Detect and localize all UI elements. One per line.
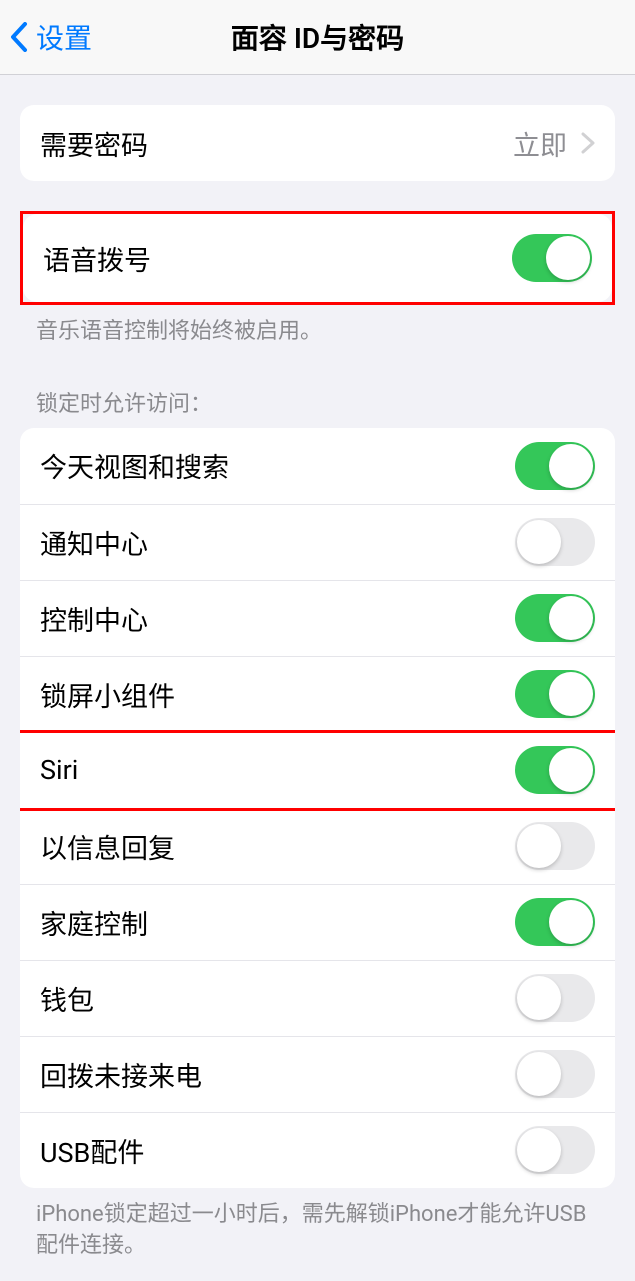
require-passcode-label: 需要密码: [40, 124, 148, 163]
access-label: Siri: [40, 754, 78, 786]
access-toggle-[interactable]: [515, 898, 595, 946]
access-label: 回拨未接来电: [40, 1055, 202, 1094]
access-row-: 钱包: [20, 960, 615, 1036]
require-passcode-row[interactable]: 需要密码 立即: [20, 105, 615, 181]
require-passcode-value: 立即: [513, 124, 595, 163]
access-toggle-[interactable]: [515, 518, 595, 566]
voice-dial-toggle[interactable]: [512, 234, 592, 282]
access-toggle-[interactable]: [515, 670, 595, 718]
access-label: 今天视图和搜索: [40, 446, 229, 485]
access-row-siri: Siri: [20, 732, 615, 808]
access-label: 家庭控制: [40, 903, 148, 942]
access-row-: 锁屏小组件: [20, 656, 615, 732]
access-row-: 控制中心: [20, 580, 615, 656]
voice-dial-label: 语音拨号: [43, 239, 151, 278]
access-label: 钱包: [40, 979, 94, 1018]
access-label: 锁屏小组件: [40, 675, 175, 714]
back-button[interactable]: 设置: [10, 17, 92, 57]
voice-dial-footer: 音乐语音控制将始终被启用。: [0, 305, 635, 348]
voice-dial-highlight: 语音拨号: [20, 211, 615, 305]
access-toggle-usb[interactable]: [515, 1126, 595, 1174]
access-row-usb: USB配件: [20, 1112, 615, 1188]
chevron-left-icon: [10, 22, 28, 52]
access-toggle-[interactable]: [515, 1050, 595, 1098]
access-row-: 以信息回复: [20, 808, 615, 884]
access-label: 以信息回复: [40, 827, 175, 866]
access-row-: 通知中心: [20, 504, 615, 580]
page-title: 面容 ID与密码: [231, 17, 404, 57]
back-label: 设置: [36, 17, 92, 57]
voice-dial-group: 语音拨号: [23, 214, 612, 302]
access-label: USB配件: [40, 1131, 144, 1170]
access-toggle-siri[interactable]: [515, 746, 595, 794]
usb-footer: iPhone锁定超过一小时后，需先解锁iPhone才能允许USB配件连接。: [0, 1188, 635, 1262]
access-toggle-[interactable]: [515, 974, 595, 1022]
voice-dial-row: 语音拨号: [23, 214, 612, 302]
navigation-bar: 设置 面容 ID与密码: [0, 0, 635, 75]
access-header: 锁定时允许访问：: [0, 348, 635, 428]
require-passcode-group: 需要密码 立即: [20, 105, 615, 181]
lock-access-group: 今天视图和搜索通知中心控制中心锁屏小组件 Siri 以信息回复家庭控制钱包回拨未接来…: [20, 428, 615, 1188]
chevron-right-icon: [581, 132, 595, 154]
access-label: 通知中心: [40, 523, 148, 562]
access-label: 控制中心: [40, 599, 148, 638]
access-toggle-[interactable]: [515, 822, 595, 870]
access-toggle-[interactable]: [515, 442, 595, 490]
access-toggle-[interactable]: [515, 594, 595, 642]
access-row-: 今天视图和搜索: [20, 428, 615, 504]
access-row-: 家庭控制: [20, 884, 615, 960]
access-row-: 回拨未接来电: [20, 1036, 615, 1112]
